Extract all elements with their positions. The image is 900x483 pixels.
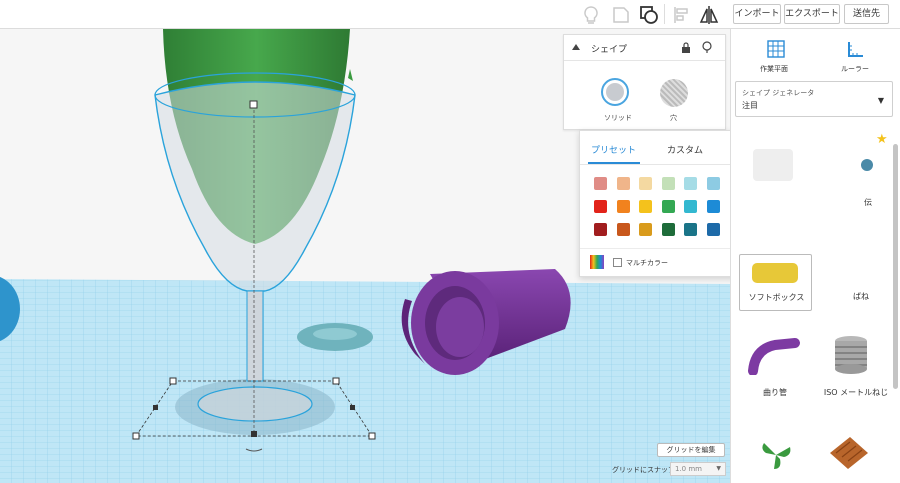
multicolor-icon [590, 255, 604, 269]
color-swatch[interactable] [661, 223, 675, 236]
workplane-label[interactable]: 作業平面 [760, 64, 788, 74]
softbox-thumbnail [752, 263, 798, 283]
color-swatch[interactable] [616, 200, 630, 213]
iso-screw-label[interactable]: ISO メートルねじ [821, 387, 891, 398]
snap-grid-select[interactable]: 1.0 mm ▼ [670, 462, 726, 476]
side-handle-left[interactable] [153, 405, 158, 410]
ruler-icon[interactable] [846, 39, 866, 59]
corner-handle-front-right[interactable] [368, 432, 376, 440]
group-shapes-icon[interactable] [638, 4, 660, 26]
color-swatch[interactable] [684, 177, 698, 190]
note-icon[interactable] [610, 4, 632, 26]
bent-pipe-label[interactable]: 曲り管 [755, 387, 795, 398]
color-swatch[interactable] [594, 177, 607, 190]
side-handle-front[interactable] [251, 431, 257, 437]
top-toolbar: インポート エクスポート 送信先 [0, 0, 900, 29]
hole-label: 穴 [670, 114, 677, 122]
color-swatch[interactable] [616, 223, 630, 236]
shape-thumb-hidden-2 [861, 159, 873, 171]
color-swatch[interactable] [707, 200, 720, 213]
mirror-icon[interactable] [698, 4, 720, 26]
grid-floor[interactable] [0, 279, 730, 483]
multicolor-checkbox[interactable] [613, 258, 622, 267]
propeller-thumbnail[interactable] [756, 437, 796, 473]
color-swatch[interactable] [639, 200, 653, 213]
tab-custom[interactable]: カスタム [667, 143, 703, 156]
height-handle[interactable] [249, 100, 258, 109]
generator-value: 注目 [742, 101, 758, 110]
iso-screw-thumbnail[interactable] [829, 333, 873, 377]
color-swatch[interactable] [594, 223, 607, 236]
color-swatch[interactable] [639, 223, 653, 236]
solid-color-swatch [606, 83, 624, 101]
lightbulb-icon[interactable] [580, 4, 602, 26]
cookie-thumbnail[interactable] [826, 433, 870, 473]
solid-label: ソリッド [604, 114, 632, 122]
shape-inspector-panel: シェイプ ソリッド 穴 [563, 34, 726, 130]
hole-button[interactable] [660, 79, 688, 107]
color-swatch[interactable] [594, 200, 607, 213]
color-swatch[interactable] [661, 177, 675, 190]
tab-preset[interactable]: プリセット [591, 143, 636, 156]
softbox-label: ソフトボックス [748, 293, 805, 302]
ruler-label[interactable]: ルーラー [841, 64, 869, 74]
lightbulb-icon[interactable] [702, 41, 712, 54]
partial-shape-label: 伝 [864, 198, 872, 207]
color-swatch[interactable] [639, 177, 653, 190]
dropdown-caret-icon: ▼ [877, 96, 884, 105]
export-button[interactable]: エクスポート [784, 4, 840, 24]
color-swatch[interactable] [616, 177, 630, 190]
collapse-caret-icon[interactable] [572, 44, 580, 50]
color-swatch[interactable] [661, 200, 675, 213]
sidebar-scrollbar[interactable] [893, 144, 898, 389]
lock-icon[interactable] [681, 42, 691, 53]
shape-thumb-hidden [753, 149, 793, 181]
corner-handle-back-right[interactable] [332, 377, 340, 385]
multicolor-label: マルチカラー [626, 259, 668, 267]
wine-glass-base[interactable] [197, 386, 313, 422]
bent-pipe-thumbnail[interactable] [743, 335, 803, 375]
color-swatch[interactable] [684, 223, 698, 236]
shape-tile-softbox[interactable]: ソフトボックス [739, 254, 812, 311]
solid-color-button[interactable] [601, 78, 629, 106]
toolbar-divider [664, 4, 665, 24]
corner-handle-front-left[interactable] [132, 432, 140, 440]
favorite-star-icon[interactable]: ★ [876, 132, 888, 147]
import-button[interactable]: インポート [733, 4, 781, 24]
right-sidebar: 作業平面 ルーラー シェイプ ジェネレータ 注目 ▼ ★ 伝 ソフトボックス ば… [730, 29, 900, 483]
color-swatch[interactable] [707, 177, 720, 190]
shape-generator-dropdown[interactable]: シェイプ ジェネレータ 注目 ▼ [735, 81, 893, 117]
color-swatch[interactable] [684, 200, 698, 213]
workplane-icon[interactable] [766, 39, 786, 59]
generator-title: シェイプ ジェネレータ [742, 89, 815, 97]
wine-glass-stem[interactable] [246, 290, 264, 382]
snap-dropdown-caret-icon: ▼ [716, 465, 721, 472]
shape-panel-header: シェイプ [564, 35, 725, 61]
snap-grid-label: グリッドにスナップ [612, 466, 675, 474]
snap-grid-value: 1.0 mm [675, 465, 702, 473]
shape-panel-title: シェイプ [591, 45, 628, 55]
side-handle-right[interactable] [350, 405, 355, 410]
active-tab-indicator [588, 162, 640, 164]
spring-label[interactable]: ばね [843, 291, 879, 302]
align-icon[interactable] [670, 4, 692, 26]
edit-grid-button[interactable]: グリッドを編集 [657, 443, 725, 457]
send-to-button[interactable]: 送信先 [844, 4, 889, 24]
color-swatch[interactable] [707, 223, 720, 236]
corner-handle-back-left[interactable] [169, 377, 177, 385]
